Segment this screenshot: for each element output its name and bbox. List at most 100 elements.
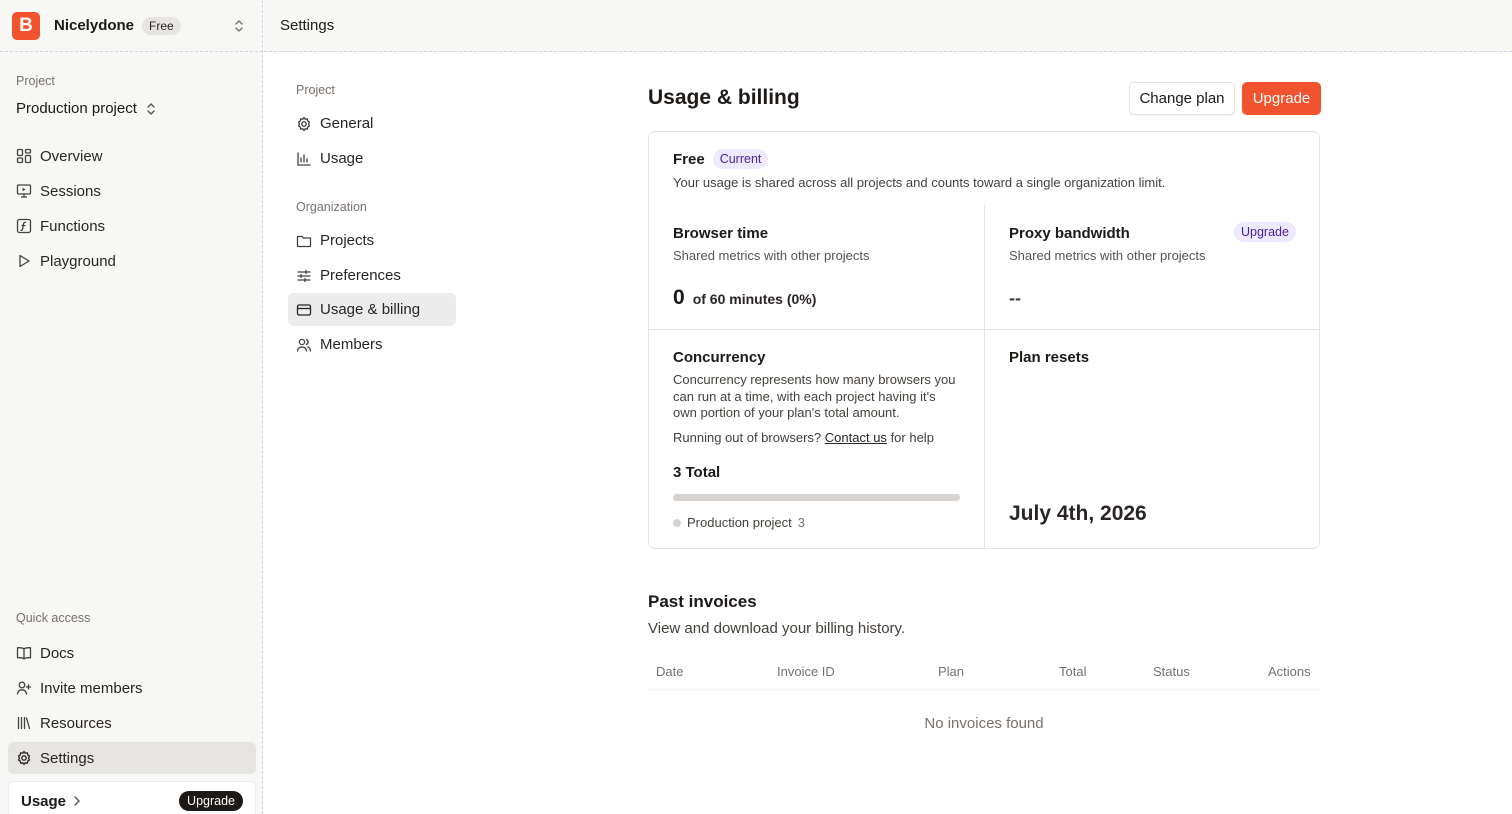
org-switcher[interactable]: B Nicelydone Free	[0, 0, 263, 52]
browser-time-subtitle: Shared metrics with other projects	[673, 248, 870, 263]
sliders-icon	[296, 268, 312, 284]
project-name: Production project	[16, 100, 137, 117]
app-logo: B	[12, 11, 40, 40]
sidebar-item-settings[interactable]: Settings	[8, 742, 256, 774]
chevron-right-icon	[72, 795, 82, 807]
chevron-up-down-icon	[145, 101, 157, 117]
past-invoices-subtitle: View and download your billing history.	[648, 620, 906, 637]
usage-label: Usage	[21, 792, 67, 810]
sidebar-item-invite-members[interactable]: Invite members	[8, 672, 256, 704]
concurrency-total: 3 Total	[673, 464, 721, 481]
settings-nav-usage[interactable]: Usage	[288, 142, 456, 175]
concurrency-progress-fill	[673, 494, 960, 501]
settings-nav-label: Usage	[320, 150, 364, 167]
sidebar-item-playground[interactable]: Playground	[8, 245, 256, 277]
settings-nav-projects[interactable]: Projects	[288, 224, 456, 257]
browser-time-limit: of 60 minutes (0%)	[692, 291, 817, 307]
page-breadcrumb: Settings	[280, 17, 335, 34]
plan-description: Your usage is shared across all projects…	[673, 175, 1166, 190]
current-plan-badge: Current	[712, 149, 769, 169]
column-header-invoice-id: Invoice ID	[777, 664, 835, 679]
sidebar: B Nicelydone Free Project Production pro…	[0, 0, 263, 814]
settings-nav-usage-billing[interactable]: Usage & billing	[288, 293, 456, 326]
proxy-bandwidth-title: Proxy bandwidth	[1009, 225, 1130, 242]
project-section-label: Project	[16, 74, 55, 88]
settings-nav-preferences[interactable]: Preferences	[288, 259, 456, 292]
bar-chart-icon	[296, 151, 312, 167]
proxy-bandwidth-value: --	[1009, 288, 1021, 308]
sidebar-item-overview[interactable]: Overview	[8, 140, 256, 172]
function-icon	[16, 218, 32, 234]
concurrency-progress-bar	[673, 494, 960, 501]
folder-icon	[296, 233, 312, 249]
sidebar-item-label: Docs	[40, 644, 75, 662]
concurrency-legend: Production project 3	[673, 515, 805, 530]
proxy-bandwidth-subtitle: Shared metrics with other projects	[1009, 248, 1206, 263]
legend-dot	[673, 518, 681, 527]
sidebar-item-label: Resources	[40, 714, 112, 732]
concurrency-description: Concurrency represents how many browsers…	[673, 372, 956, 420]
org-plan-badge: Free	[142, 16, 181, 35]
plan-name: Free	[673, 150, 705, 168]
concurrency-help: Running out of browsers? Contact us for …	[673, 430, 934, 445]
gear-icon	[16, 750, 32, 766]
browser-time-value: 0 of 60 minutes (0%)	[673, 286, 816, 310]
settings-nav-label: Members	[320, 336, 383, 353]
concurrency-title: Concurrency	[673, 349, 766, 366]
change-plan-button[interactable]: Change plan	[1129, 82, 1235, 115]
org-name: Nicelydone	[54, 17, 135, 34]
chevron-up-down-icon	[233, 18, 245, 34]
project-selector[interactable]: Production project	[16, 100, 157, 117]
column-header-total: Total	[1059, 664, 1087, 679]
column-header-status: Status	[1153, 664, 1190, 679]
legend-project-name: Production project	[687, 515, 792, 530]
play-icon	[16, 253, 32, 269]
card-divider-horizontal	[649, 329, 1319, 330]
monitor-icon	[16, 183, 32, 199]
browser-time-title: Browser time	[673, 225, 769, 242]
sidebar-upgrade-button[interactable]: Upgrade	[179, 791, 243, 811]
users-icon	[296, 337, 312, 353]
settings-nav-members[interactable]: Members	[288, 328, 456, 361]
library-icon	[16, 715, 32, 731]
top-bar: Settings	[264, 0, 1512, 52]
user-plus-icon	[16, 680, 32, 696]
settings-nav-label: General	[320, 115, 374, 132]
column-header-date: Date	[656, 664, 684, 679]
contact-us-link[interactable]: Contact us	[825, 430, 887, 445]
sidebar-item-label: Invite members	[40, 679, 143, 697]
settings-nav-label: Usage & billing	[320, 301, 421, 318]
settings-nav-label: Preferences	[320, 267, 401, 284]
quick-access-label: Quick access	[16, 611, 91, 625]
sidebar-item-sessions[interactable]: Sessions	[8, 175, 256, 207]
sidebar-item-functions[interactable]: Functions	[8, 210, 256, 242]
column-header-actions: Actions	[1268, 664, 1311, 679]
help-suffix: for help	[890, 430, 934, 445]
sidebar-item-label: Settings	[40, 749, 95, 767]
legend-project-count: 3	[797, 515, 806, 530]
grid-icon	[16, 148, 32, 164]
card-divider-vertical	[984, 205, 985, 549]
browser-time-number: 0	[673, 286, 685, 309]
help-prefix: Running out of browsers?	[673, 430, 822, 445]
upgrade-button[interactable]: Upgrade	[1242, 82, 1321, 115]
plan-header: Free Current	[673, 149, 769, 169]
settings-nav-general[interactable]: General	[288, 107, 456, 140]
column-header-plan: Plan	[938, 664, 965, 679]
past-invoices-title: Past invoices	[648, 592, 757, 611]
usage-card[interactable]: Usage Upgrade	[8, 781, 256, 814]
book-icon	[16, 645, 32, 661]
plan-resets-title: Plan resets	[1009, 349, 1090, 366]
table-header-divider	[648, 689, 1320, 690]
proxy-upgrade-badge[interactable]: Upgrade	[1234, 222, 1296, 242]
sidebar-item-label: Functions	[40, 217, 106, 235]
plan-card: Free Current Your usage is shared across…	[648, 131, 1320, 549]
sidebar-item-label: Sessions	[40, 182, 101, 200]
sidebar-item-label: Playground	[40, 252, 116, 270]
gear-icon	[296, 116, 312, 132]
page-title: Usage & billing	[648, 86, 800, 109]
settings-nav-label: Projects	[320, 232, 375, 249]
credit-card-icon	[296, 302, 312, 318]
sidebar-item-resources[interactable]: Resources	[8, 707, 256, 739]
sidebar-item-docs[interactable]: Docs	[8, 637, 256, 669]
